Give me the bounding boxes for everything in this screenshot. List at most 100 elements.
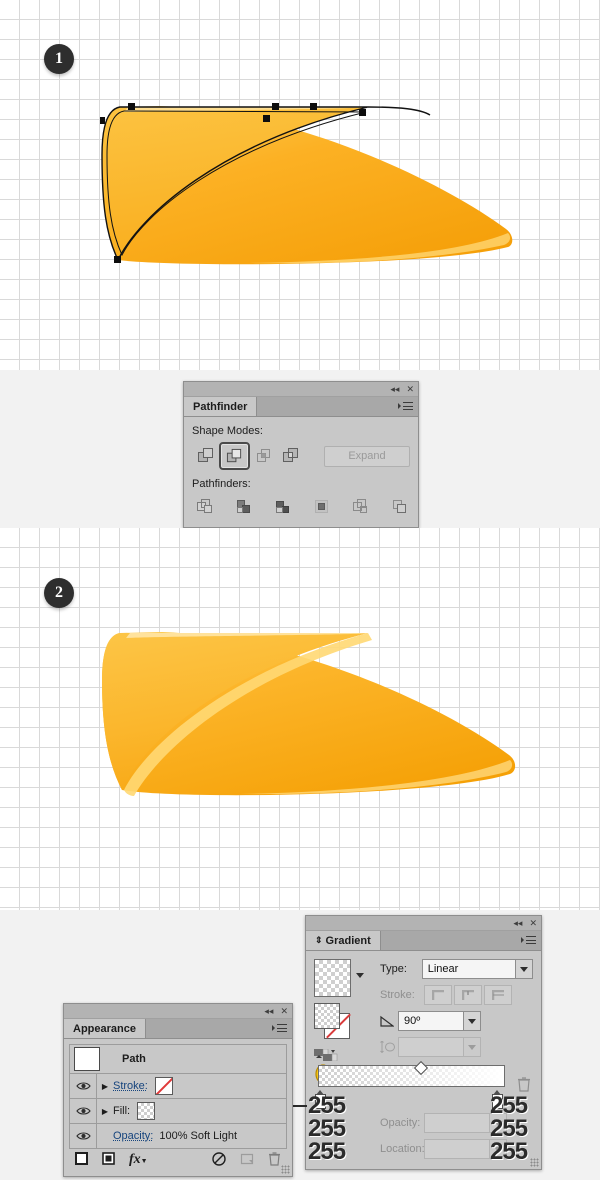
delete-item-icon[interactable]	[268, 1151, 281, 1169]
add-new-stroke-icon[interactable]	[75, 1152, 88, 1168]
tab-pathfinder[interactable]: Pathfinder	[184, 397, 258, 416]
fill-swatch-gradient[interactable]	[137, 1102, 156, 1120]
close-icon[interactable]: ✕	[406, 384, 414, 394]
shape-mode-exclude-button[interactable]	[277, 444, 304, 468]
add-effect-fx-icon[interactable]: fx▼	[129, 1152, 148, 1168]
chevron-down-icon[interactable]	[515, 960, 532, 978]
gradient-titlebar[interactable]: ◂◂ ✕	[306, 916, 541, 931]
appearance-tabbar[interactable]: Appearance	[64, 1019, 292, 1039]
panel-menu-icon[interactable]	[521, 936, 536, 945]
minus-back-icon	[393, 500, 407, 513]
tab-label: Gradient	[325, 934, 371, 947]
shape-modes-label: Shape Modes:	[192, 425, 263, 437]
clear-appearance-icon[interactable]	[212, 1151, 226, 1169]
type-value: Linear	[427, 963, 459, 975]
shape-mode-intersect-button[interactable]	[250, 444, 277, 468]
chevron-down-icon[interactable]	[463, 1012, 480, 1030]
eye-icon	[75, 1132, 91, 1140]
opacity-value: 100% Soft Light	[159, 1130, 238, 1142]
gradient-type-select[interactable]: Linear	[421, 959, 533, 979]
pathfinder-crop-button[interactable]	[313, 495, 332, 519]
appearance-row-fill[interactable]: ▶ Fill:	[70, 1099, 286, 1124]
stroke-along-button[interactable]	[454, 985, 482, 1005]
gradient-angle-input[interactable]: 90º	[398, 1011, 481, 1031]
resize-grip[interactable]	[281, 1165, 290, 1174]
outline-icon	[353, 499, 368, 513]
step-number: 1	[55, 50, 63, 67]
artwork-step-1	[100, 103, 513, 265]
gradient-type-shortcut-row[interactable]	[314, 1049, 364, 1061]
expand-arrow-fill[interactable]: ▶	[97, 1107, 113, 1116]
pathfinder-merge-button[interactable]	[273, 495, 292, 519]
pathfinders-row	[192, 495, 410, 519]
gradient-tabbar[interactable]: ⇕ Gradient	[306, 931, 541, 951]
stroke-across-button[interactable]	[484, 985, 512, 1005]
divide-icon	[196, 499, 212, 513]
gradient-aspect-input[interactable]	[398, 1037, 481, 1057]
panel-menu-icon[interactable]	[272, 1024, 287, 1033]
appearance-row-stroke[interactable]: ▶ Stroke:	[70, 1074, 286, 1099]
gradient-fields: Type: Linear Stroke: 90º	[380, 959, 533, 1057]
collapse-double-arrow-icon[interactable]: ◂◂	[513, 918, 522, 928]
angle-value: 90º	[404, 1015, 421, 1027]
pathfinder-outline-button[interactable]	[352, 495, 371, 519]
step-badge-2: 2	[44, 578, 74, 608]
appearance-titlebar[interactable]: ◂◂ ✕	[64, 1004, 292, 1019]
tab-filler	[257, 397, 418, 416]
stroke-within-button[interactable]	[424, 985, 452, 1005]
stroke-gradient-buttons[interactable]	[424, 985, 512, 1005]
gradient-presets-caret[interactable]	[356, 973, 364, 978]
fill-swatch-gradient[interactable]	[314, 1003, 340, 1029]
panel-menu-icon[interactable]	[398, 402, 413, 411]
step-badge-1: 1	[44, 44, 74, 74]
pathfinder-titlebar[interactable]: ◂◂ ✕	[184, 382, 418, 397]
aspect-ratio-icon	[380, 1040, 395, 1054]
rgb-readout-end-g: 255	[490, 1115, 528, 1142]
appearance-panel[interactable]: ◂◂ ✕ Appearance Path ▶ Stroke: ▶ Fill: O…	[63, 1003, 293, 1177]
chevron-down-icon[interactable]	[463, 1038, 480, 1056]
visibility-toggle-fill[interactable]	[70, 1099, 97, 1123]
tab-label: Appearance	[73, 1022, 136, 1035]
collapse-double-arrow-icon[interactable]: ◂◂	[390, 384, 399, 394]
pathfinder-divide-button[interactable]	[195, 495, 214, 519]
collapse-double-arrow-icon[interactable]: ◂◂	[264, 1006, 273, 1016]
tab-gradient[interactable]: ⇕ Gradient	[306, 931, 381, 950]
gradient-type-row: Type: Linear	[380, 959, 533, 979]
appearance-attribute-list: Path ▶ Stroke: ▶ Fill: Opacity: 100% Sof…	[69, 1044, 287, 1149]
gradient-slider-bar[interactable]	[318, 1065, 505, 1087]
visibility-toggle-stroke[interactable]	[70, 1074, 97, 1098]
stroke-swatch-none[interactable]	[154, 1077, 173, 1095]
pathfinder-panel[interactable]: ◂◂ ✕ Pathfinder Shape Modes: Expand Path…	[183, 381, 419, 528]
exclude-icon	[282, 448, 298, 462]
object-type-label: Path	[122, 1053, 146, 1065]
duplicate-item-icon[interactable]	[240, 1152, 254, 1169]
resize-grip[interactable]	[530, 1158, 539, 1167]
close-icon[interactable]: ✕	[280, 1006, 288, 1016]
expand-arrow-stroke[interactable]: ▶	[97, 1082, 113, 1091]
eye-icon	[75, 1082, 91, 1090]
pathfinder-trim-button[interactable]	[234, 495, 253, 519]
pathfinder-minus-back-button[interactable]	[391, 495, 410, 519]
stroke-within-icon	[431, 989, 444, 1000]
appearance-row-opacity[interactable]: Opacity: 100% Soft Light	[70, 1124, 286, 1148]
rgb-readout-start-b: 255	[308, 1138, 346, 1165]
screenshot-root: 1 ◂◂ ✕ Pathfinder Shape Modes: Expand Pa…	[0, 0, 600, 1180]
visibility-toggle-opacity[interactable]	[70, 1124, 97, 1148]
pathfinder-tabbar[interactable]: Pathfinder	[184, 397, 418, 417]
crop-icon	[315, 500, 329, 513]
type-label: Type:	[380, 963, 407, 975]
add-new-fill-icon[interactable]	[102, 1152, 115, 1168]
tab-appearance[interactable]: Appearance	[64, 1019, 146, 1038]
tab-drag-icon: ⇕	[315, 935, 323, 945]
appearance-footer-toolbar[interactable]: fx▼	[69, 1149, 287, 1171]
stroke-label[interactable]: Stroke:	[113, 1080, 148, 1092]
stroke-label: Stroke:	[380, 989, 415, 1001]
shape-mode-unite-button[interactable]	[192, 444, 219, 468]
shape-mode-minus-front-button[interactable]	[219, 442, 250, 470]
expand-button[interactable]: Expand	[324, 445, 410, 467]
gradient-preview-swatch[interactable]	[314, 959, 351, 997]
close-icon[interactable]: ✕	[529, 918, 537, 928]
opacity-label[interactable]: Opacity:	[113, 1130, 153, 1142]
fill-label[interactable]: Fill:	[113, 1105, 130, 1117]
fill-stroke-indicator[interactable]	[314, 1003, 354, 1043]
